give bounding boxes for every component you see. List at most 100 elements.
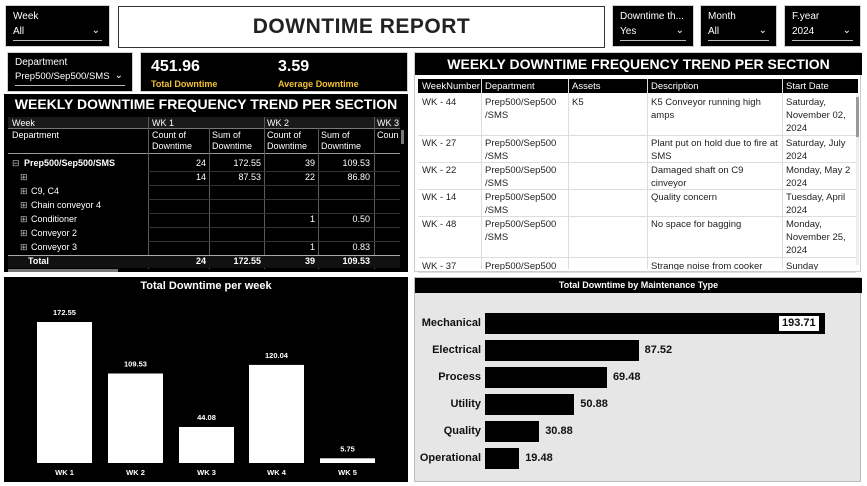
weekly-bar[interactable] bbox=[37, 322, 92, 463]
matrix-count-wk2: 1 bbox=[309, 214, 315, 224]
month-dropdown[interactable]: All ⌄ bbox=[708, 25, 769, 41]
weekly-bar[interactable] bbox=[320, 458, 375, 463]
matrix-count-wk2: 22 bbox=[304, 172, 315, 182]
downtime-table: WEEKLY DOWNTIME FREQUENCY TREND PER SECT… bbox=[414, 52, 862, 273]
row-department: Prep500/Sep500 /SMS bbox=[485, 165, 557, 189]
maintenance-bar[interactable] bbox=[485, 421, 540, 442]
fyear-slicer[interactable]: F.year 2024 ⌄ bbox=[784, 5, 861, 47]
matrix-week-header: Week bbox=[12, 118, 35, 128]
sum-header[interactable]: Sum of Downtime bbox=[321, 130, 371, 152]
count-header[interactable]: Count of Downtime bbox=[267, 130, 317, 152]
chevron-down-icon[interactable]: ⌄ bbox=[676, 25, 684, 36]
weekly-bar[interactable] bbox=[108, 373, 163, 463]
expand-icon[interactable]: ⊞ bbox=[20, 214, 28, 225]
collapse-icon[interactable]: ⊟ bbox=[12, 158, 20, 169]
row-asset: K5 bbox=[572, 97, 584, 108]
row-start-date: Tuesday, April 2024 bbox=[786, 192, 846, 216]
matrix-count-wk1: 24 bbox=[195, 158, 206, 168]
department-dropdown[interactable]: Prep500/Sep500/SMS ⌄ bbox=[15, 70, 125, 86]
table-header-department[interactable]: Department bbox=[485, 80, 535, 93]
total-row-label: Total bbox=[28, 256, 49, 266]
weekly-category-label: WK 3 bbox=[197, 468, 216, 477]
count-header[interactable]: Count of Downtime bbox=[152, 130, 206, 152]
row-department: Prep500/Sep500 /SMS bbox=[485, 192, 557, 216]
chevron-down-icon[interactable]: ⌄ bbox=[115, 70, 123, 81]
chevron-down-icon[interactable]: ⌄ bbox=[92, 25, 100, 36]
maintenance-category-label: Quality bbox=[443, 425, 481, 437]
maintenance-bar[interactable] bbox=[485, 340, 639, 361]
chevron-down-icon[interactable]: ⌄ bbox=[843, 25, 851, 36]
total-downtime-label: Total Downtime bbox=[151, 79, 218, 89]
row-description: No space for bagging bbox=[651, 219, 742, 230]
horizontal-scrollbar[interactable] bbox=[8, 269, 118, 272]
matrix-row-label: Conveyor 3 bbox=[31, 242, 78, 252]
fyear-dropdown[interactable]: 2024 ⌄ bbox=[792, 25, 853, 41]
sum-header[interactable]: Sum of Downtime bbox=[212, 130, 262, 152]
maintenance-bar[interactable] bbox=[485, 448, 520, 469]
weekly-bar[interactable] bbox=[249, 364, 304, 463]
vertical-scrollbar[interactable] bbox=[401, 130, 404, 144]
weekly-category-label: WK 2 bbox=[126, 468, 145, 477]
row-description: Plant put on hold due to fire at SMS bbox=[651, 138, 778, 162]
week-dropdown[interactable]: All ⌄ bbox=[13, 25, 102, 41]
weekly-bar-label: 44.08 bbox=[197, 413, 216, 422]
downtime-dropdown[interactable]: Yes ⌄ bbox=[620, 25, 686, 41]
week-slicer[interactable]: Week All ⌄ bbox=[5, 5, 110, 47]
matrix-count-wk2: 1 bbox=[309, 242, 315, 252]
week-header[interactable]: WK 2 bbox=[267, 118, 289, 128]
expand-icon[interactable]: ⊞ bbox=[20, 242, 28, 253]
row-department: Prep500/Sep500 /SMS bbox=[485, 97, 557, 121]
table-header-assets[interactable]: Assets bbox=[572, 80, 601, 93]
matrix-sum-wk1: 87.53 bbox=[238, 172, 261, 182]
month-value: All bbox=[708, 26, 720, 37]
row-start-date: Sunday bbox=[786, 261, 819, 270]
matrix-count-wk2: 39 bbox=[304, 158, 315, 168]
downtime-value: Yes bbox=[620, 26, 637, 37]
maintenance-bar[interactable] bbox=[485, 367, 607, 388]
downtime-slicer[interactable]: Downtime th... Yes ⌄ bbox=[612, 5, 694, 47]
row-start-date: Monday, November 25, 2024 bbox=[786, 219, 846, 256]
expand-icon[interactable]: ⊞ bbox=[20, 186, 28, 197]
maintenance-bar[interactable] bbox=[485, 394, 575, 415]
fyear-slicer-label: F.year bbox=[792, 11, 820, 22]
chevron-down-icon[interactable]: ⌄ bbox=[759, 25, 767, 36]
downtime-slicer-label: Downtime th... bbox=[620, 11, 684, 22]
maintenance-category-label: Process bbox=[438, 371, 481, 383]
row-start-date: Saturday, November 02, 2024 bbox=[786, 97, 846, 134]
maintenance-bar-label: 50.88 bbox=[580, 398, 608, 410]
expand-icon[interactable]: ⊞ bbox=[20, 228, 28, 239]
average-downtime-label: Average Downtime bbox=[278, 79, 359, 89]
total-downtime-value: 451.96 bbox=[151, 58, 200, 75]
total-sum-wk1: 172.55 bbox=[233, 256, 261, 266]
weekly-bar-label: 172.55 bbox=[53, 308, 76, 317]
weekly-downtime-chart: 172.55 WK 1 109.53 WK 2 44.08 WK 3 120.04 WK 4 5… bbox=[37, 308, 375, 477]
maintenance-bar[interactable] bbox=[485, 313, 825, 334]
table-header-week[interactable]: WeekNumber bbox=[422, 80, 480, 93]
row-start-date: Saturday, July 2024 bbox=[786, 138, 846, 162]
maintenance-chart-title: Total Downtime by Maintenance Type bbox=[558, 280, 719, 290]
week-header[interactable]: WK 1 bbox=[152, 118, 174, 128]
matrix-department-header: Department bbox=[12, 130, 60, 140]
month-slicer[interactable]: Month All ⌄ bbox=[700, 5, 777, 47]
table-header-start-date[interactable]: Start Date bbox=[786, 80, 829, 93]
maintenance-chart-panel: Total Downtime by Maintenance Type Mecha… bbox=[414, 277, 862, 482]
expand-icon[interactable]: ⊞ bbox=[20, 200, 28, 211]
department-value: Prep500/Sep500/SMS bbox=[15, 71, 110, 82]
matrix-sum-wk2: 86.80 bbox=[347, 172, 370, 182]
month-slicer-label: Month bbox=[708, 11, 736, 22]
week-header[interactable]: WK 3 bbox=[377, 118, 399, 128]
department-slicer[interactable]: Department Prep500/Sep500/SMS ⌄ bbox=[7, 52, 133, 92]
matrix-row-label: Prep500/Sep500/SMS bbox=[24, 158, 116, 168]
matrix-title: WEEKLY DOWNTIME FREQUENCY TREND PER SECT… bbox=[14, 96, 398, 112]
matrix-sum-wk2: 0.83 bbox=[352, 242, 370, 252]
count-header-partial[interactable]: Coun bbox=[377, 130, 399, 140]
table-header-description[interactable]: Description bbox=[651, 80, 699, 93]
maintenance-bar-label: 69.48 bbox=[612, 371, 641, 383]
matrix-row-label: Chain conveyor 4 bbox=[31, 200, 102, 210]
weekly-category-label: WK 5 bbox=[338, 468, 357, 477]
maintenance-category-label: Mechanical bbox=[421, 317, 481, 329]
row-week: WK - 27 bbox=[422, 138, 457, 149]
expand-icon[interactable]: ⊞ bbox=[20, 172, 28, 183]
weekly-bar[interactable] bbox=[179, 426, 234, 463]
maintenance-category-label: Utility bbox=[450, 398, 481, 410]
